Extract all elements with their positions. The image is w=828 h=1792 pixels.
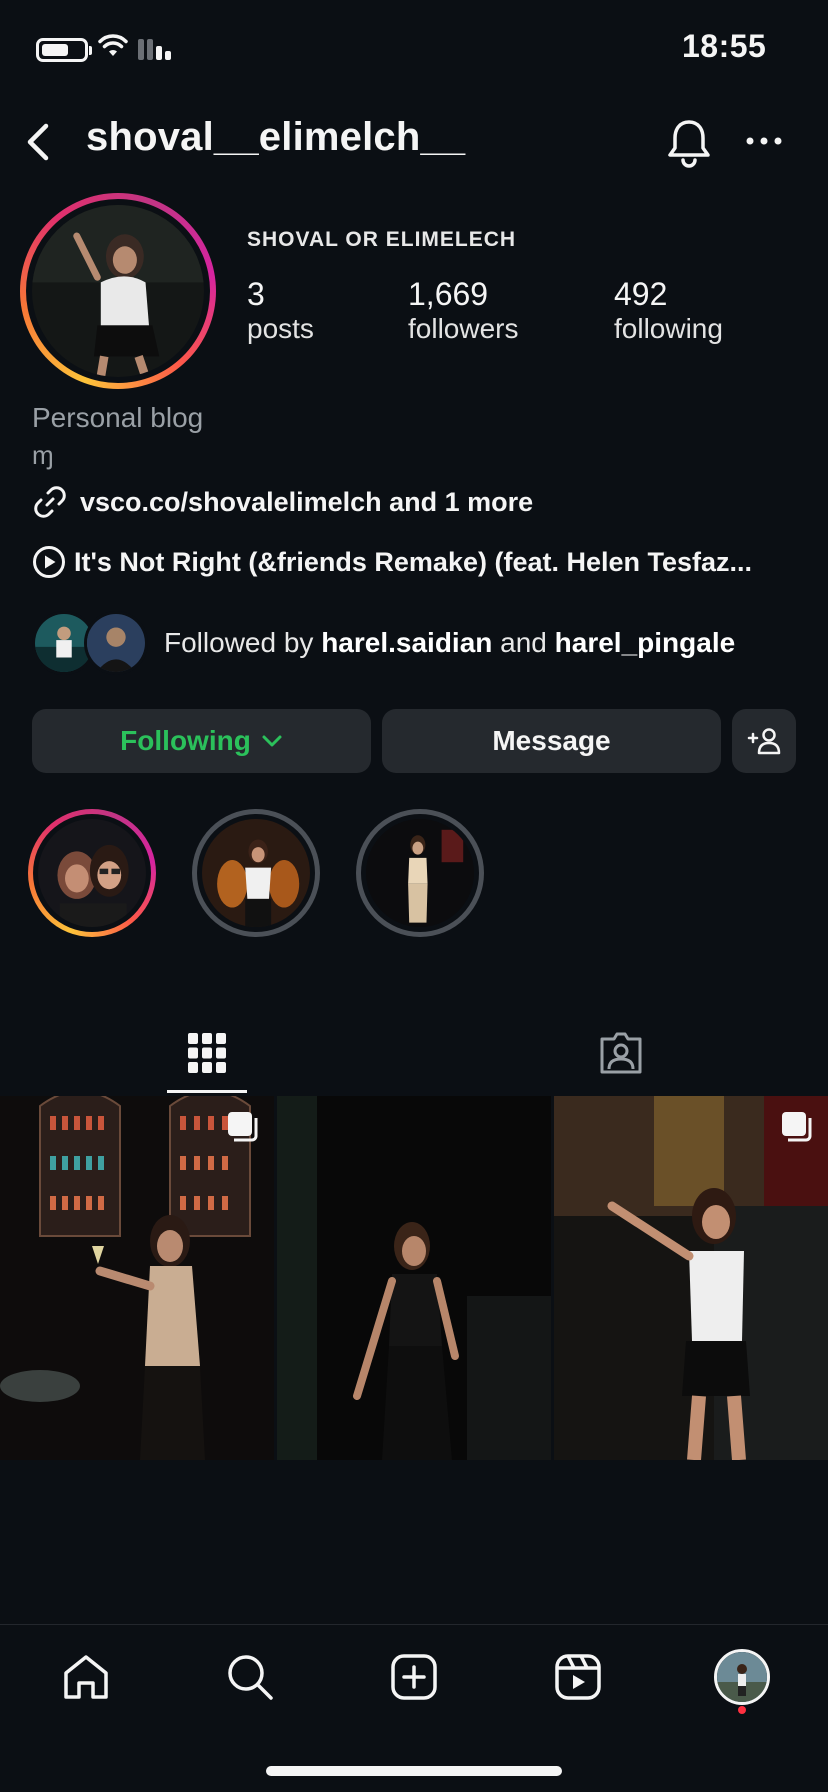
profile-category: Personal blog xyxy=(32,402,204,433)
stat-followers-count: 1,669 xyxy=(408,276,489,312)
post-thumbnail[interactable] xyxy=(554,1096,828,1460)
nav-reels[interactable] xyxy=(538,1644,618,1710)
home-icon xyxy=(64,1655,108,1699)
followed-by[interactable]: Followed by harel.saidian and harel_ping… xyxy=(32,611,735,675)
multi-photo-icon xyxy=(782,1112,812,1142)
nav-search[interactable] xyxy=(210,1644,290,1710)
tab-tagged[interactable] xyxy=(414,1010,828,1096)
message-button[interactable]: Message xyxy=(382,709,721,773)
link-icon xyxy=(34,486,66,518)
profile-display-name: SHOVAL OR ELIMELECH xyxy=(247,228,517,251)
stat-following-count: 492 xyxy=(614,276,668,312)
highlight-cover xyxy=(38,819,146,927)
music-title: It's Not Right (&friends Remake) (feat. … xyxy=(74,546,753,577)
story-highlight[interactable] xyxy=(356,809,484,937)
suggested-accounts-button[interactable] xyxy=(732,709,796,773)
active-tab-indicator xyxy=(167,1090,247,1093)
story-highlight[interactable] xyxy=(28,809,156,937)
bell-icon xyxy=(668,120,710,168)
profile-username: shoval__elimelch__ xyxy=(86,115,466,159)
stat-followers-label: followers xyxy=(408,313,519,344)
battery-icon xyxy=(36,38,92,62)
mutual-follower-link[interactable]: harel.saidian xyxy=(321,627,492,658)
home-indicator xyxy=(266,1766,562,1776)
nav-home[interactable] xyxy=(46,1644,126,1710)
story-highlight[interactable] xyxy=(192,809,320,937)
stat-followers[interactable]: 1,669 followers xyxy=(408,276,518,345)
plus-square-icon xyxy=(391,1654,437,1700)
stat-posts[interactable]: 3 posts xyxy=(247,276,314,345)
message-label: Message xyxy=(492,725,611,756)
stat-posts-count: 3 xyxy=(247,276,265,312)
bio-link[interactable]: vsco.co/shovalelimelch and 1 more xyxy=(32,484,533,520)
followed-by-text: Followed by harel.saidian and harel_ping… xyxy=(164,627,736,658)
stat-posts-label: posts xyxy=(247,313,314,344)
highlight-cover xyxy=(366,819,474,927)
tab-posts-grid[interactable] xyxy=(0,1010,414,1096)
more-horizontal-icon xyxy=(746,137,782,145)
nav-divider xyxy=(0,1624,828,1625)
multi-photo-icon xyxy=(228,1112,258,1142)
grid-icon xyxy=(188,1033,226,1073)
nav-create[interactable] xyxy=(374,1644,454,1710)
highlight-cover xyxy=(202,819,310,927)
profile-avatar-story-ring[interactable] xyxy=(20,193,216,389)
mutual-avatar xyxy=(84,611,148,675)
add-person-icon xyxy=(747,728,781,755)
post-thumbnail[interactable] xyxy=(0,1096,274,1460)
stat-following[interactable]: 492 following xyxy=(614,276,723,345)
bio-text: ɱ xyxy=(32,440,54,470)
search-icon xyxy=(228,1655,273,1700)
tagged-person-icon xyxy=(600,1032,642,1074)
profile-avatar xyxy=(32,205,204,377)
avatar xyxy=(714,1649,770,1705)
play-circle-icon xyxy=(33,546,65,578)
chevron-left-icon xyxy=(27,123,49,161)
more-options-button[interactable] xyxy=(742,126,786,156)
back-button[interactable] xyxy=(20,118,60,166)
chevron-down-icon xyxy=(262,735,282,747)
nav-profile[interactable] xyxy=(702,1644,782,1710)
signal-icon xyxy=(138,38,171,60)
profile-music[interactable]: It's Not Right (&friends Remake) (feat. … xyxy=(32,545,802,579)
following-button[interactable]: Following xyxy=(32,709,371,773)
notifications-button[interactable] xyxy=(664,116,714,170)
mutual-follower-link[interactable]: harel_pingale xyxy=(555,627,736,658)
post-thumbnail[interactable] xyxy=(277,1096,551,1460)
wifi-icon xyxy=(98,34,128,56)
status-time: 18:55 xyxy=(682,28,767,64)
reels-icon xyxy=(555,1654,601,1700)
stat-following-label: following xyxy=(614,313,723,344)
following-label: Following xyxy=(120,725,251,756)
notification-dot xyxy=(738,1706,746,1714)
bio-link-text: vsco.co/shovalelimelch and 1 more xyxy=(80,486,534,517)
